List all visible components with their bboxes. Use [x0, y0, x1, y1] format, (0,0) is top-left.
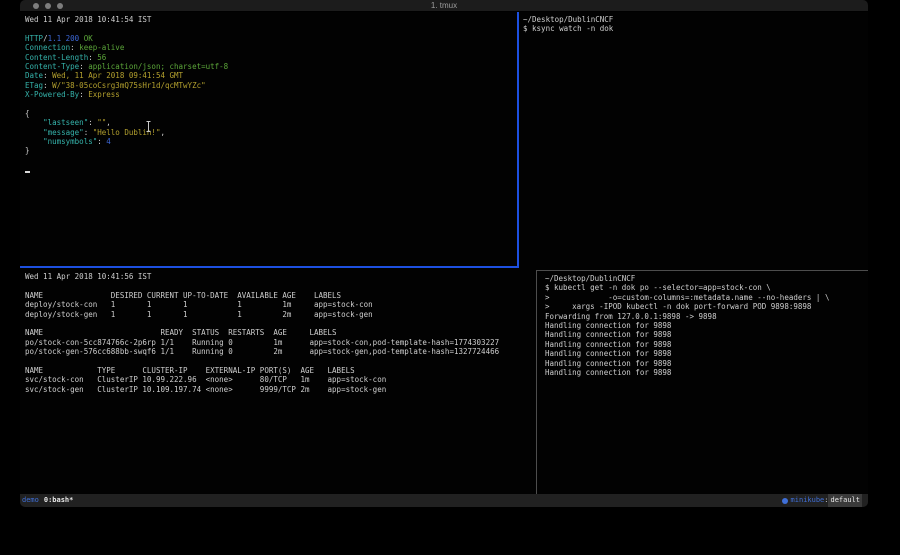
terminal-line: Handling connection for 9898: [545, 330, 868, 339]
terminal-line: [25, 165, 517, 174]
terminal-line: NAME READY STATUS RESTARTS AGE LABELS: [25, 328, 536, 337]
kube-namespace: default: [828, 494, 862, 507]
terminal-line: ~/Desktop/DublinCNCF: [523, 15, 868, 24]
pane-divider-vertical[interactable]: [536, 270, 537, 494]
kubernetes-icon: [782, 498, 788, 504]
session-name: demo: [22, 494, 39, 507]
desktop-background: 1. tmux Wed 11 Apr 2018 10:41:54 IST HTT…: [0, 0, 900, 555]
tmux-status-bar: demo 0:bash* minikube : default: [20, 494, 868, 507]
terminal-line: Handling connection for 9898: [545, 368, 868, 377]
terminal-line: $ kubectl get -n dok po --selector=app=s…: [545, 283, 868, 292]
terminal-line: Handling connection for 9898: [545, 349, 868, 358]
terminal-line: Handling connection for 9898: [545, 321, 868, 330]
terminal-line: svc/stock-con ClusterIP 10.99.222.96 <no…: [25, 375, 536, 384]
pane-http-response[interactable]: Wed 11 Apr 2018 10:41:54 IST HTTP/1.1 20…: [20, 12, 517, 266]
status-right: minikube : default: [782, 494, 862, 507]
window-tab-bash[interactable]: 0:bash*: [44, 494, 74, 507]
terminal-line: Connection: keep-alive: [25, 43, 517, 52]
kube-context: minikube: [791, 494, 825, 507]
terminal-line: "numsymbols": 4: [25, 137, 517, 146]
terminal-line: {: [25, 109, 517, 118]
terminal-line: [25, 156, 517, 165]
pane-port-forward[interactable]: ~/Desktop/DublinCNCF$ kubectl get -n dok…: [538, 271, 868, 494]
terminal-line: Handling connection for 9898: [545, 340, 868, 349]
terminal-line: "message": "Hello Dublin!",: [25, 128, 517, 137]
terminal-line: Handling connection for 9898: [545, 359, 868, 368]
terminal-line: svc/stock-gen ClusterIP 10.109.197.74 <n…: [25, 385, 536, 394]
window-title: 1. tmux: [20, 0, 868, 12]
terminal-line: ETag: W/"38-05coCsrg3mQ75sHr1d/qcMTwYZc": [25, 81, 517, 90]
terminal-line: po/stock-gen-576cc688bb-swqf6 1/1 Runnin…: [25, 347, 536, 356]
terminal-line: Wed 11 Apr 2018 10:41:54 IST: [25, 15, 517, 24]
terminal-line: [25, 100, 517, 109]
terminal-line: Date: Wed, 11 Apr 2018 09:41:54 GMT: [25, 71, 517, 80]
terminal-line: deploy/stock-gen 1 1 1 1 2m app=stock-ge…: [25, 310, 536, 319]
terminal-line: Forwarding from 127.0.0.1:9898 -> 9898: [545, 312, 868, 321]
status-left: demo 0:bash*: [22, 494, 73, 507]
active-pane-border-horizontal[interactable]: [20, 266, 519, 268]
terminal-line: "lastseen": "",: [25, 118, 517, 127]
terminal-line: deploy/stock-con 1 1 1 1 1m app=stock-co…: [25, 300, 536, 309]
terminal-line: [25, 319, 536, 328]
terminal-line: Content-Length: 56: [25, 53, 517, 62]
terminal-line: [25, 357, 536, 366]
terminal-line: [25, 24, 517, 33]
pane-kubectl-get[interactable]: Wed 11 Apr 2018 10:41:56 IST NAME DESIRE…: [20, 268, 536, 494]
terminal-line: }: [25, 146, 517, 155]
terminal-line: X-Powered-By: Express: [25, 90, 517, 99]
terminal-line: [25, 281, 536, 290]
terminal-window: 1. tmux Wed 11 Apr 2018 10:41:54 IST HTT…: [20, 0, 868, 507]
terminal-line: HTTP/1.1 200 OK: [25, 34, 517, 43]
active-pane-border-vertical[interactable]: [517, 12, 519, 268]
terminal-line: $ ksync watch -n dok: [523, 24, 868, 33]
window-titlebar[interactable]: 1. tmux: [20, 0, 868, 12]
terminal-line: ~/Desktop/DublinCNCF: [545, 274, 868, 283]
pane-ksync[interactable]: ~/Desktop/DublinCNCF$ ksync watch -n dok: [520, 12, 868, 270]
terminal-line: > -o=custom-columns=:metadata.name --no-…: [545, 293, 868, 302]
tmux-session: Wed 11 Apr 2018 10:41:54 IST HTTP/1.1 20…: [20, 12, 868, 494]
terminal-line: po/stock-con-5cc874766c-2p6rp 1/1 Runnin…: [25, 338, 536, 347]
terminal-line: Content-Type: application/json; charset=…: [25, 62, 517, 71]
terminal-line: Wed 11 Apr 2018 10:41:56 IST: [25, 272, 536, 281]
terminal-line: > xargs -IPOD kubectl -n dok port-forwar…: [545, 302, 868, 311]
terminal-line: NAME DESIRED CURRENT UP-TO-DATE AVAILABL…: [25, 291, 536, 300]
terminal-line: NAME TYPE CLUSTER-IP EXTERNAL-IP PORT(S)…: [25, 366, 536, 375]
text-cursor-icon: [146, 121, 151, 132]
pane-divider-horizontal[interactable]: [537, 270, 868, 271]
